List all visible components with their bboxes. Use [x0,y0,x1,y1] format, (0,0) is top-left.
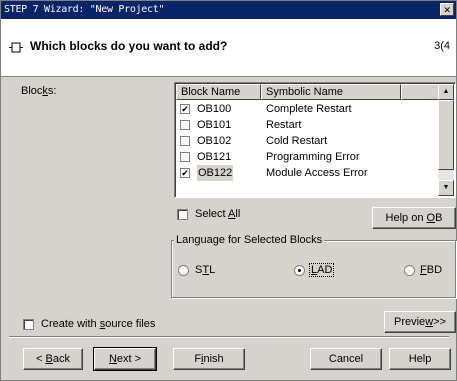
radio-lad[interactable] [294,265,305,276]
list-item[interactable]: ✔ OB122 Module Access Error [177,165,439,181]
window-title: STEP 7 Wizard: "New Project" [4,4,165,15]
row-checkbox[interactable] [180,152,190,162]
wizard-header: Which blocks do you want to add? 3(4 [1,19,456,77]
radio-stl[interactable] [178,265,189,276]
blocks-list[interactable]: Block Name Symbolic Name ✔ OB100 Complete … [174,82,456,198]
radio-lad-label[interactable]: LAD [309,263,335,277]
block-icon [9,42,23,53]
row-checkbox[interactable] [180,136,190,146]
page-title: Which blocks do you want to add? [30,39,228,53]
wizard-window: STEP 7 Wizard: "New Project" ✕ Which blo… [0,0,457,381]
page-indicator: 3(4 [434,40,450,52]
help-on-ob-button[interactable]: Help on OB [372,207,456,229]
block-name: OB100 [197,103,232,115]
title-bar[interactable]: STEP 7 Wizard: "New Project" ✕ [1,1,456,19]
block-name: OB102 [197,135,232,147]
list-item[interactable]: OB121 Programming Error [177,149,439,165]
radio-fbd-label[interactable]: FBD [420,264,442,276]
scroll-up-icon[interactable]: ▲ [438,84,454,100]
list-item[interactable]: OB101 Restart [177,117,439,133]
language-group-title: Language for Selected Blocks [174,234,325,246]
row-checkbox[interactable]: ✔ [180,168,190,178]
list-item[interactable]: OB102 Cold Restart [177,133,439,149]
footer-separator [9,336,449,338]
help-button[interactable]: Help [389,348,451,370]
next-button[interactable]: Next > [93,347,157,371]
radio-stl-label[interactable]: STL [195,264,215,276]
column-empty [401,84,440,100]
back-button[interactable]: < Back [23,348,83,370]
symbolic-name: Restart [266,119,302,131]
column-symbolic-name[interactable]: Symbolic Name [261,84,401,100]
select-all-checkbox[interactable] [177,209,188,220]
list-header: Block Name Symbolic Name [176,84,440,100]
list-item[interactable]: ✔ OB100 Complete Restart [177,101,439,117]
symbolic-name: Module Access Error [266,167,368,179]
finish-button[interactable]: Finish [173,348,245,370]
scroll-down-icon[interactable]: ▼ [438,180,454,196]
row-checkbox[interactable] [180,120,190,130]
symbolic-name: Complete Restart [266,103,352,115]
symbolic-name: Cold Restart [266,135,328,147]
select-all-label[interactable]: Select All [195,208,240,220]
list-rows: ✔ OB100 Complete Restart OB101 Restart OB102 C… [177,101,439,181]
source-files-label[interactable]: Create with source files [41,318,155,330]
radio-fbd[interactable] [404,265,415,276]
blocks-label: Blocks: [21,85,57,97]
cancel-button[interactable]: Cancel [310,348,382,370]
block-name: OB121 [197,151,232,163]
scroll-thumb[interactable] [438,100,454,170]
column-block-name[interactable]: Block Name [176,84,261,100]
list-scrollbar[interactable]: ▲ ▼ [438,84,454,196]
block-name: OB122 [197,165,234,181]
symbolic-name: Programming Error [266,151,360,163]
close-icon[interactable]: ✕ [440,3,454,16]
preview-button[interactable]: Preview>> [384,311,456,333]
block-name: OB101 [197,119,232,131]
row-checkbox[interactable]: ✔ [180,104,190,114]
source-files-checkbox[interactable] [23,319,34,330]
